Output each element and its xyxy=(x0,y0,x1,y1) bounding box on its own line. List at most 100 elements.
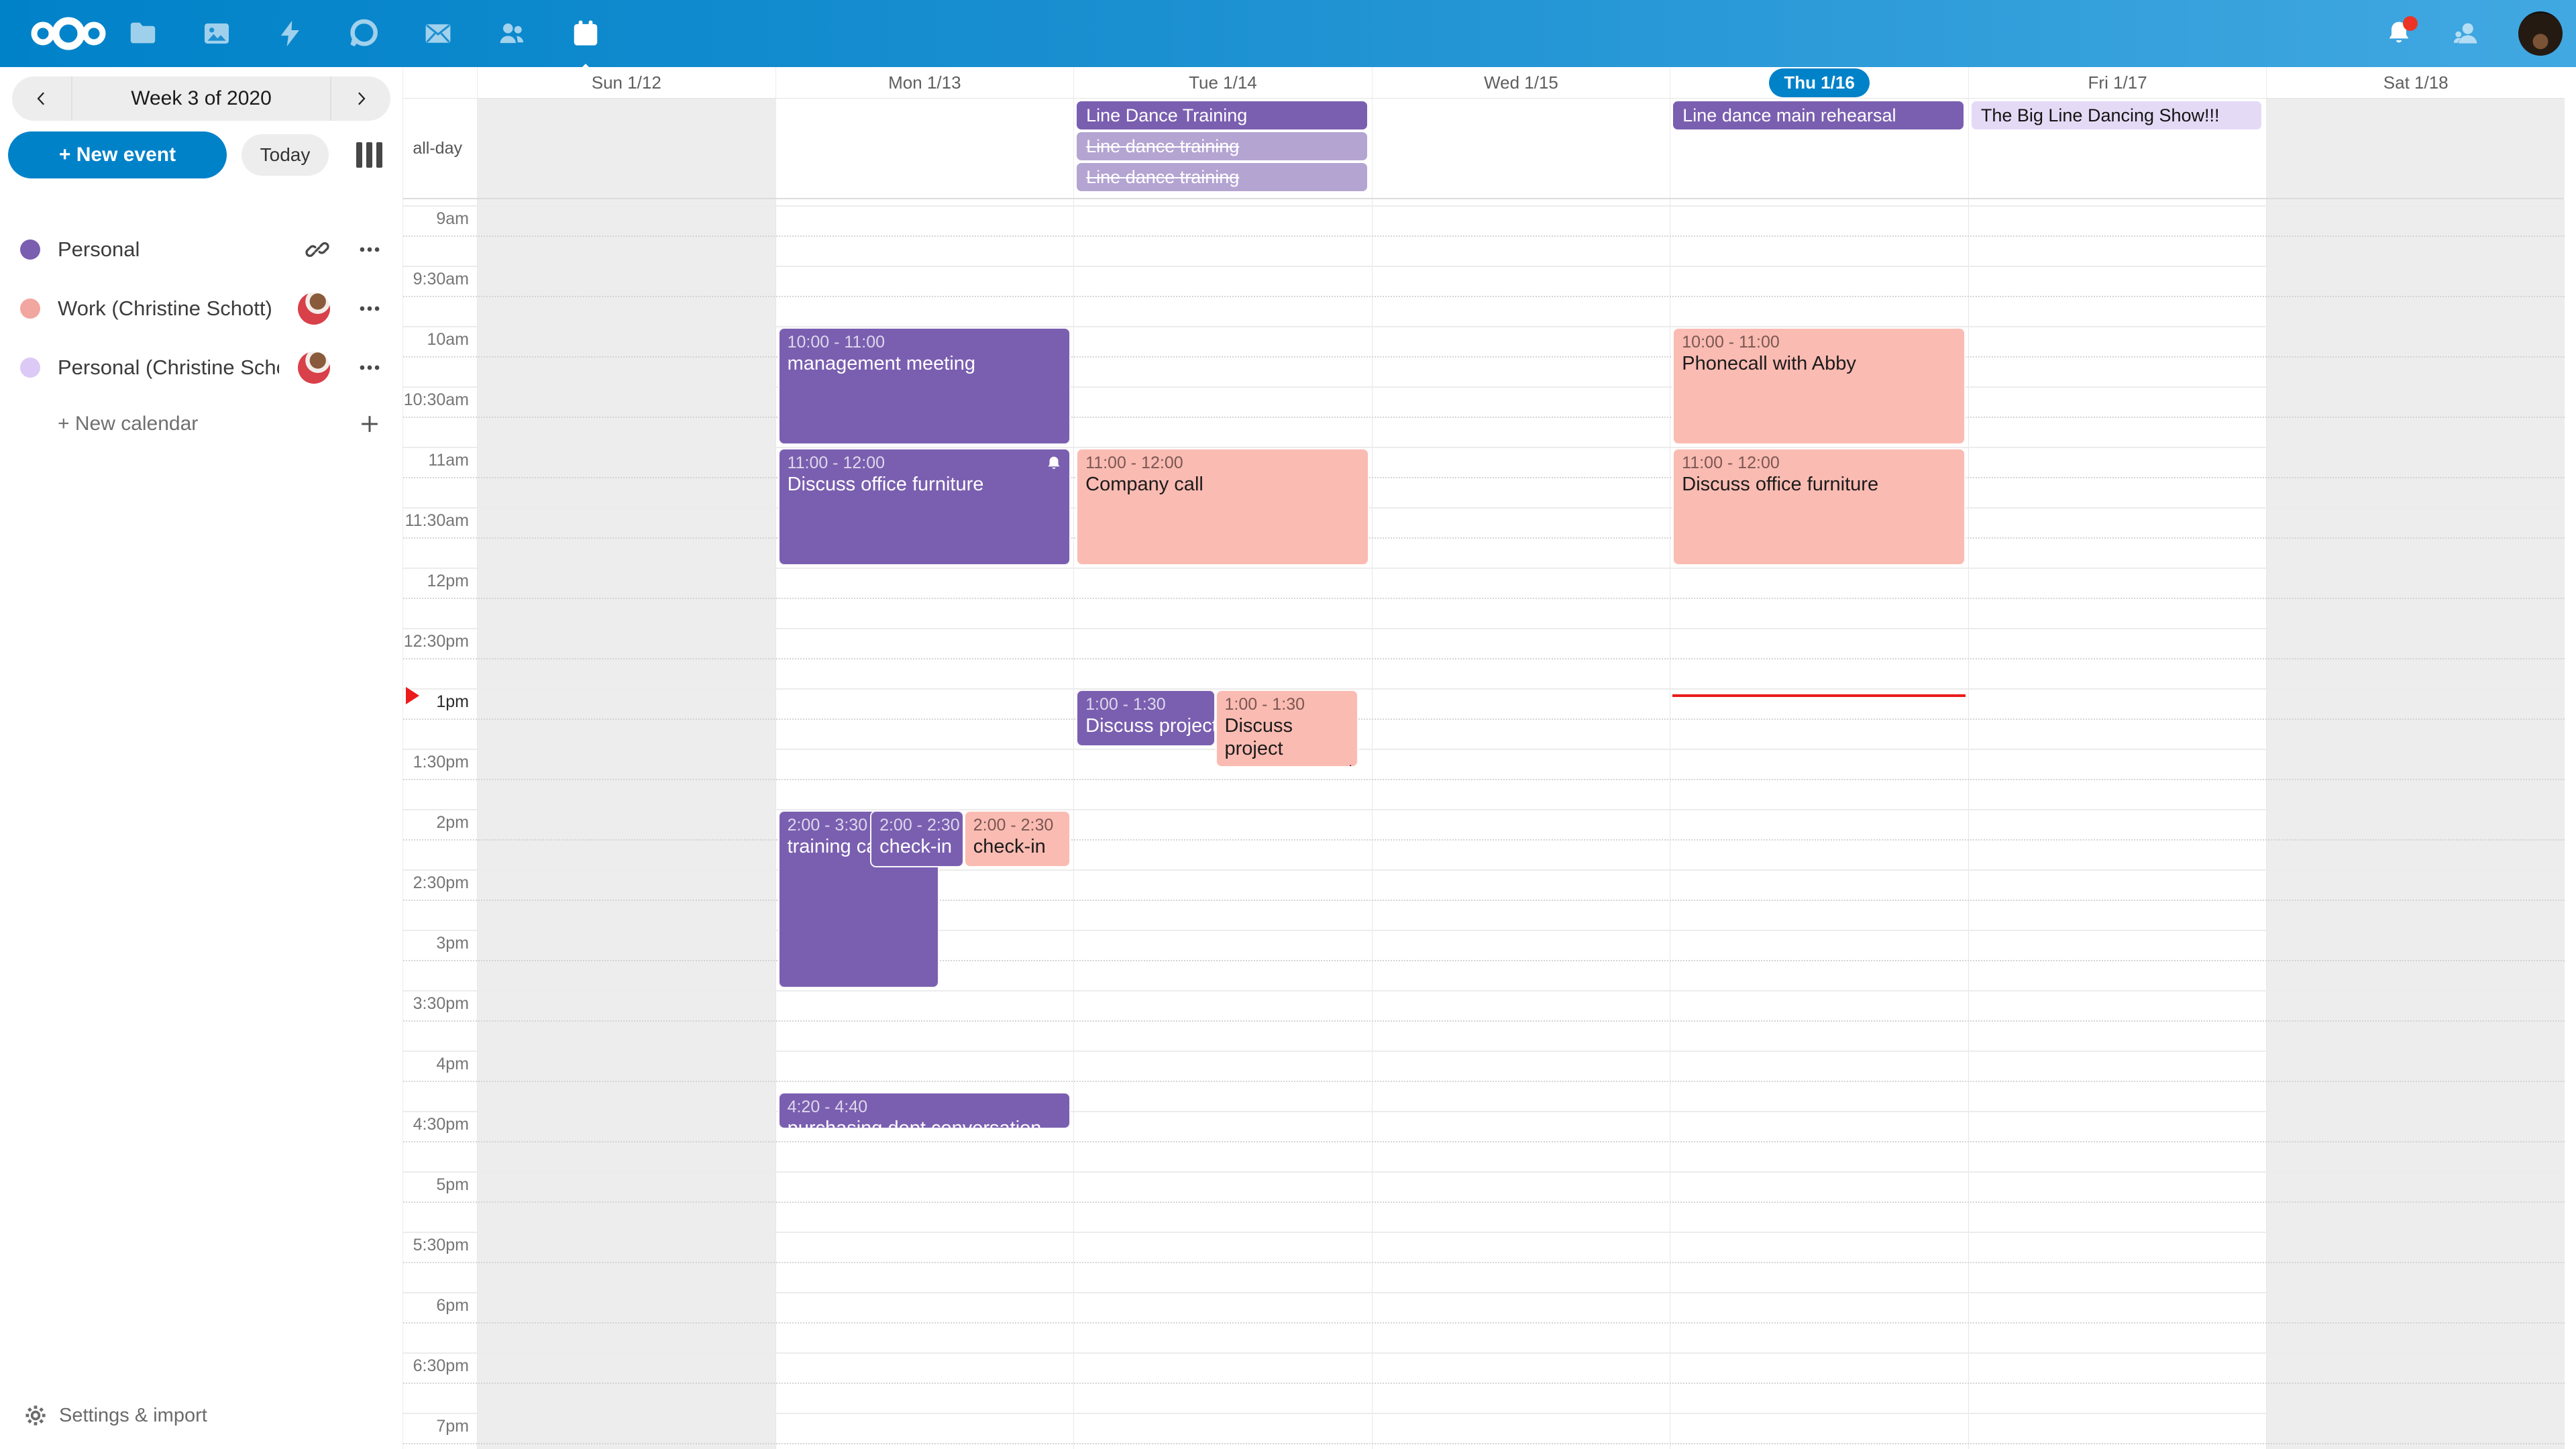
event-time: 11:00 - 12:00 xyxy=(1085,453,1360,473)
quarter-gridline xyxy=(403,1081,2565,1082)
all-day-event[interactable]: The Big Line Dancing Show!!! xyxy=(1972,101,2262,129)
calendar-item-2[interactable]: Work (Christine Schott) xyxy=(0,279,402,338)
settings-and-import[interactable]: Settings & import xyxy=(0,1394,425,1437)
quarter-gridline xyxy=(403,1141,2565,1142)
week-navigation: Week 3 of 2020 xyxy=(12,76,390,121)
time-label: 10am xyxy=(403,330,469,350)
hour-gridline xyxy=(403,628,2565,629)
event-title: Discuss project announcement xyxy=(1085,714,1205,737)
quarter-gridline xyxy=(403,1262,2565,1263)
event-phonecall-with-abby[interactable]: 10:00 - 11:00Phonecall with Abby xyxy=(1672,327,1966,445)
hour-gridline xyxy=(403,326,2565,327)
app-photos-icon[interactable] xyxy=(201,18,232,49)
app-files-icon[interactable] xyxy=(127,18,158,49)
quarter-gridline xyxy=(403,960,2565,961)
scrollbar-track[interactable] xyxy=(2564,67,2576,1449)
hour-gridline xyxy=(403,1232,2565,1233)
nextcloud-logo[interactable] xyxy=(28,9,109,58)
quarter-gridline xyxy=(403,779,2565,780)
quarter-gridline xyxy=(403,417,2565,418)
event-title: check-in xyxy=(973,835,1061,858)
calendar-color-dot xyxy=(20,299,40,319)
all-day-cell[interactable] xyxy=(775,99,1074,198)
share-link-icon[interactable] xyxy=(305,237,330,262)
all-day-event[interactable]: Line dance training xyxy=(1077,163,1367,191)
day-header-sat[interactable]: Sat 1/18 xyxy=(2266,67,2565,98)
quarter-gridline xyxy=(403,235,2565,237)
hour-gridline xyxy=(403,749,2565,750)
contacts-menu-icon[interactable] xyxy=(2451,19,2481,48)
quarter-gridline xyxy=(403,1322,2565,1324)
event-check-in[interactable]: 2:00 - 2:30check-in xyxy=(964,810,1071,867)
hour-gridline xyxy=(403,930,2565,931)
hour-gridline xyxy=(403,809,2565,810)
week-label[interactable]: Week 3 of 2020 xyxy=(72,87,330,110)
quarter-gridline xyxy=(403,1020,2565,1022)
app-contacts-icon[interactable] xyxy=(496,18,527,49)
time-label: 6pm xyxy=(403,1296,469,1316)
day-header-wed[interactable]: Wed 1/15 xyxy=(1372,67,1670,98)
hour-gridline xyxy=(403,266,2565,267)
event-purchasing-dept-conversation[interactable]: 4:20 - 4:40purchasing dept conversation xyxy=(778,1092,1071,1129)
notifications-bell-icon[interactable] xyxy=(2384,19,2414,48)
all-day-cell[interactable] xyxy=(2266,99,2565,198)
all-day-row: all-dayLine Dance TrainingLine dance tra… xyxy=(402,99,2564,199)
event-discuss-project-announcement[interactable]: 1:00 - 1:30Discuss project announcement xyxy=(1216,690,1359,767)
app-activity-icon[interactable] xyxy=(275,18,306,49)
previous-week-button[interactable] xyxy=(12,76,72,121)
time-grid: 9am9:30am10am10:30am11am11:30am12pm12:30… xyxy=(402,199,2565,1449)
all-day-event[interactable]: Line dance main rehearsal xyxy=(1673,101,1964,129)
event-time: 10:00 - 11:00 xyxy=(788,333,1062,352)
top-bar xyxy=(0,0,2576,67)
calendar-menu-icon[interactable] xyxy=(357,296,382,321)
calendar-name: Personal (Christine Scho... xyxy=(58,356,279,380)
new-calendar-button[interactable]: + New calendar xyxy=(0,397,402,451)
calendar-menu-icon[interactable] xyxy=(357,237,382,262)
event-title: management meeting xyxy=(788,352,1062,375)
time-label: 1:30pm xyxy=(403,753,469,772)
topbar-right xyxy=(2384,0,2563,67)
event-management-meeting[interactable]: 10:00 - 11:00management meeting xyxy=(778,327,1071,445)
app-talk-icon[interactable] xyxy=(349,18,380,49)
all-day-event[interactable]: Line dance training xyxy=(1077,132,1367,160)
event-check-in[interactable]: 2:00 - 2:30check-in xyxy=(870,810,964,867)
all-day-cell[interactable] xyxy=(1372,99,1670,198)
event-company-call[interactable]: 11:00 - 12:00Company call xyxy=(1076,448,1369,566)
next-week-button[interactable] xyxy=(330,76,390,121)
event-discuss-office-furniture[interactable]: 11:00 - 12:00Discuss office furniture xyxy=(778,448,1071,566)
app-mail-icon[interactable] xyxy=(423,18,453,49)
app-calendar-icon[interactable] xyxy=(570,18,601,49)
day-header-fri[interactable]: Fri 1/17 xyxy=(1968,67,2267,98)
event-title: Discuss office furniture xyxy=(1682,473,1956,496)
time-label: 12:30pm xyxy=(403,632,469,651)
today-button[interactable]: Today xyxy=(241,134,329,176)
all-day-event[interactable]: Line Dance Training xyxy=(1077,101,1367,129)
view-mode-icon[interactable] xyxy=(354,142,384,168)
app-navigation xyxy=(127,0,601,67)
day-header-thu[interactable]: Thu 1/16 xyxy=(1670,67,1968,98)
time-label: 3pm xyxy=(403,934,469,953)
quarter-gridline xyxy=(403,718,2565,720)
user-avatar[interactable] xyxy=(2518,11,2563,56)
hour-gridline xyxy=(403,507,2565,508)
notification-dot xyxy=(2403,16,2418,31)
day-header-tue[interactable]: Tue 1/14 xyxy=(1073,67,1372,98)
event-discuss-project-announcement[interactable]: 1:00 - 1:30Discuss project announcement xyxy=(1076,690,1215,747)
event-discuss-office-furniture[interactable]: 11:00 - 12:00Discuss office furniture xyxy=(1672,448,1966,566)
today-pill: Thu 1/16 xyxy=(1769,68,1869,97)
calendar-item-1[interactable]: Personal xyxy=(0,220,402,279)
time-label: 2:30pm xyxy=(403,873,469,893)
quarter-gridline xyxy=(403,658,2565,659)
day-header-mon[interactable]: Mon 1/13 xyxy=(775,67,1074,98)
quarter-gridline xyxy=(403,537,2565,539)
event-title: purchasing dept conversation xyxy=(788,1117,1062,1129)
hour-gridline xyxy=(403,869,2565,871)
new-event-button[interactable]: + New event xyxy=(8,131,227,178)
quarter-gridline xyxy=(403,356,2565,358)
new-calendar-label: + New calendar xyxy=(58,413,198,435)
calendar-menu-icon[interactable] xyxy=(357,355,382,380)
day-header-sun[interactable]: Sun 1/12 xyxy=(477,67,775,98)
calendar-item-3[interactable]: Personal (Christine Scho... xyxy=(0,338,402,397)
sidebar: Week 3 of 2020 + New event Today Persona… xyxy=(0,67,402,1449)
all-day-cell[interactable] xyxy=(477,99,775,198)
